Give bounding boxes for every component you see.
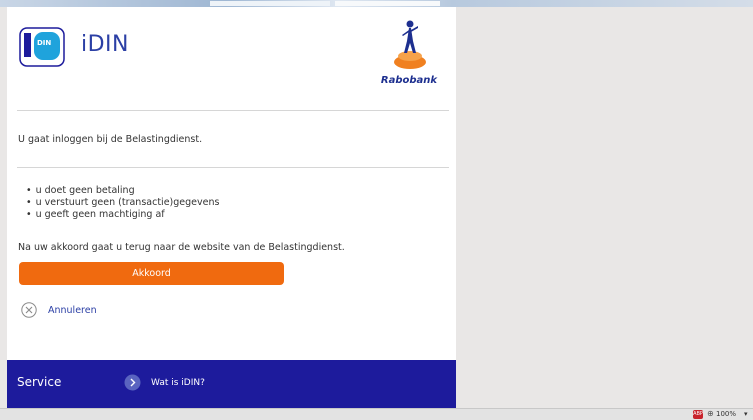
idin-logo-icon: DIN [19,27,65,67]
intro-text: U gaat inloggen bij de Belastingdienst. [18,134,203,145]
bank-name: Rabobank [380,75,438,86]
cancel-label: Annuleren [48,304,97,316]
service-title: Service [17,375,62,389]
after-text: Na uw akkoord gaat u terug naar de websi… [18,242,345,253]
list-item: u doet geen betaling [26,185,219,197]
agree-button[interactable]: Akkoord [19,262,284,285]
notice-list: u doet geen betaling u verstuurt geen (t… [26,185,220,221]
divider [17,110,449,111]
what-is-idin-label: Wat is iDIN? [151,377,205,388]
brand-title: iDIN [81,32,129,57]
addon-icon[interactable]: ABP [693,410,703,419]
rabobank-logo-icon [394,20,426,69]
browser-top-strip [0,0,753,7]
service-bar: Service Wat is iDIN? [7,360,456,408]
close-circle-icon [21,302,37,318]
zoom-level[interactable]: 100% [716,409,736,419]
zoom-icon[interactable]: ⊕ [707,409,714,418]
cancel-button[interactable]: Annuleren [21,302,97,318]
list-item: u geeft geen machtiging af [26,209,219,221]
status-bar: ABP ⊕ 100% ▾ [0,408,753,420]
chevron-right-circle-icon [124,374,141,391]
what-is-idin-link[interactable]: Wat is iDIN? [124,374,205,391]
svg-text:DIN: DIN [37,39,51,47]
list-item: u verstuurt geen (transactie)gegevens [26,197,220,209]
divider [17,167,449,168]
idin-panel: DIN iDIN Rabobank U gaat inloggen bij de… [7,7,456,408]
zoom-dropdown-icon[interactable]: ▾ [744,409,748,419]
